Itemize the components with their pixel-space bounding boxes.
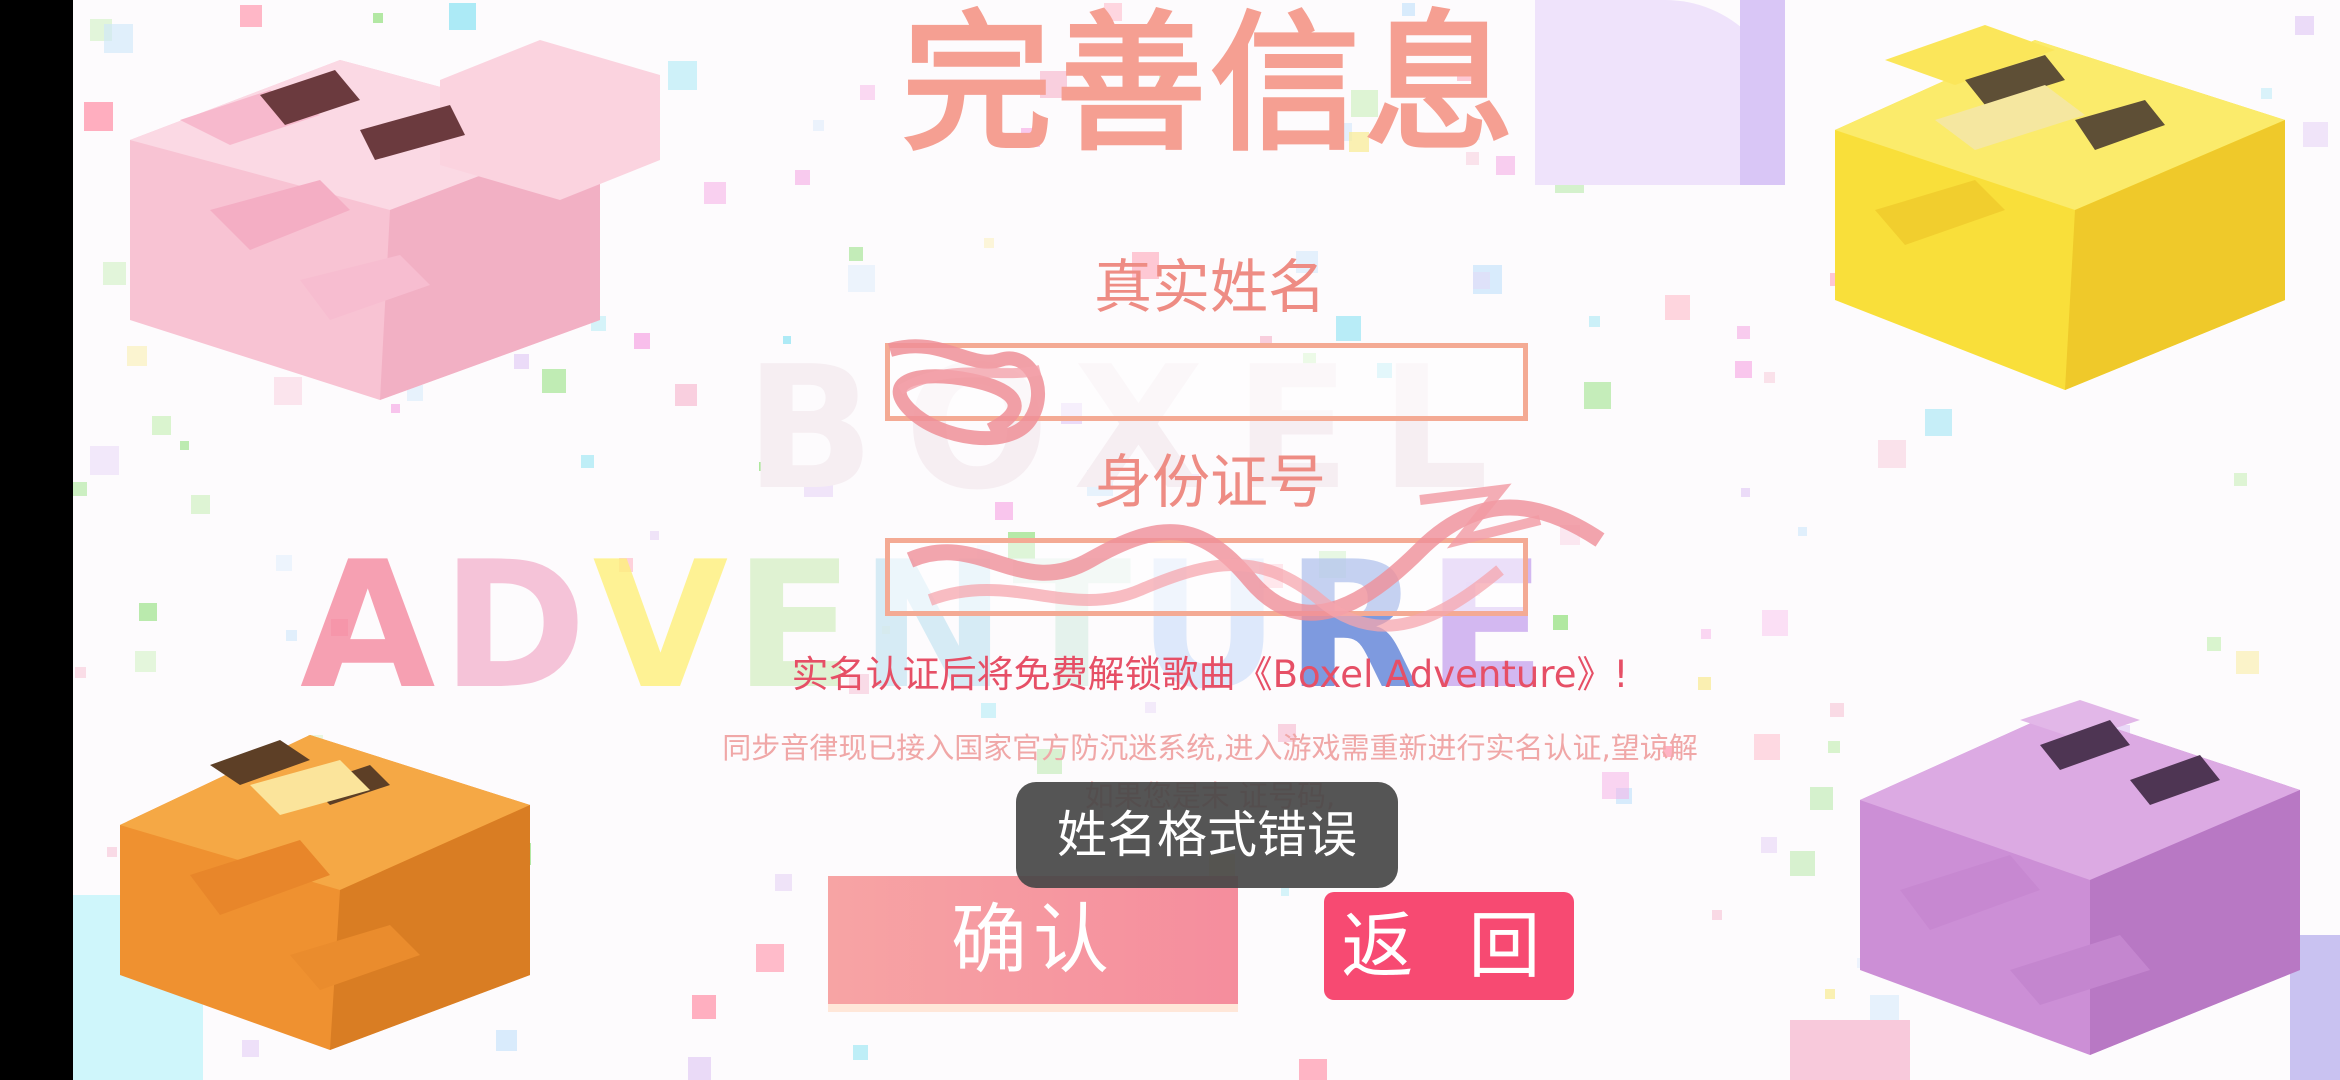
- confetti-square: [152, 416, 171, 435]
- confetti-square: [860, 85, 875, 100]
- id-redaction-scribble: [906, 483, 1605, 632]
- purple-block-cat-icon: [1860, 700, 2300, 1055]
- confetti-square: [1589, 316, 1600, 327]
- confetti-square: [135, 651, 156, 672]
- confetti-square: [1281, 888, 1289, 896]
- confetti-square: [1741, 488, 1750, 497]
- confetti-square: [853, 1045, 868, 1060]
- confetti-square: [1299, 1059, 1327, 1080]
- confetti-square: [84, 102, 113, 131]
- confetti-square: [849, 247, 863, 261]
- orange-block-cat-icon: [120, 735, 530, 1050]
- unlock-song-promo-text: 实名认证后将免费解锁歌曲《Boxel Adventure》!: [791, 653, 1629, 696]
- confetti-square: [688, 1057, 711, 1080]
- confetti-square: [1735, 361, 1752, 378]
- confetti-square: [704, 182, 726, 204]
- confetti-square: [813, 120, 824, 131]
- confetti-square: [1790, 851, 1815, 876]
- pink-block-cat-icon: [130, 40, 660, 400]
- page-title: 完善信息: [901, 0, 1518, 172]
- back-button[interactable]: 返 回: [1324, 892, 1574, 1000]
- confetti-square: [286, 630, 297, 641]
- confetti-square: [848, 265, 875, 292]
- confetti-square: [1762, 610, 1788, 636]
- left-black-bar: [0, 0, 73, 1080]
- confetti-square: [1764, 372, 1775, 383]
- confetti-square: [1798, 527, 1807, 536]
- yellow-block-cat-icon: [1835, 25, 2285, 390]
- confetti-square: [692, 995, 716, 1019]
- anti-addiction-notice-line-1: 同步音律现已接入国家官方防沉迷系统,进入游戏需重新进行实名认证,望谅解: [722, 731, 1698, 765]
- real-name-label: 真实姓名: [1093, 253, 1326, 321]
- name-redaction-scribble: [887, 339, 1046, 446]
- confetti-square: [2236, 651, 2259, 674]
- confetti-square: [775, 874, 792, 891]
- confetti-square: [1473, 272, 1490, 289]
- confetti-square: [191, 495, 210, 514]
- confetti-square: [984, 238, 994, 248]
- confetti-square: [1701, 629, 1711, 639]
- error-toast: 姓名格式错误: [1016, 782, 1398, 888]
- confetti-square: [1737, 326, 1750, 339]
- confirm-button[interactable]: 确认: [828, 876, 1238, 1004]
- confetti-square: [2207, 637, 2221, 651]
- confetti-square: [90, 446, 119, 475]
- confetti-square: [276, 555, 292, 571]
- decor-purple-strip: [1740, 0, 1785, 185]
- confetti-square: [795, 170, 810, 185]
- confetti-square: [139, 603, 157, 621]
- confetti-square: [1878, 440, 1906, 468]
- confetti-square: [1665, 295, 1690, 320]
- confetti-square: [75, 667, 86, 678]
- confetti-square: [1825, 989, 1835, 999]
- confetti-square: [1712, 910, 1722, 920]
- confetti-square: [581, 455, 594, 468]
- confetti-square: [1584, 382, 1611, 409]
- confetti-square: [2234, 473, 2247, 486]
- confetti-square: [180, 441, 189, 450]
- confetti-square: [756, 944, 784, 972]
- confetti-square: [1925, 409, 1952, 436]
- confetti-square: [1761, 837, 1777, 853]
- confetti-square: [73, 482, 87, 496]
